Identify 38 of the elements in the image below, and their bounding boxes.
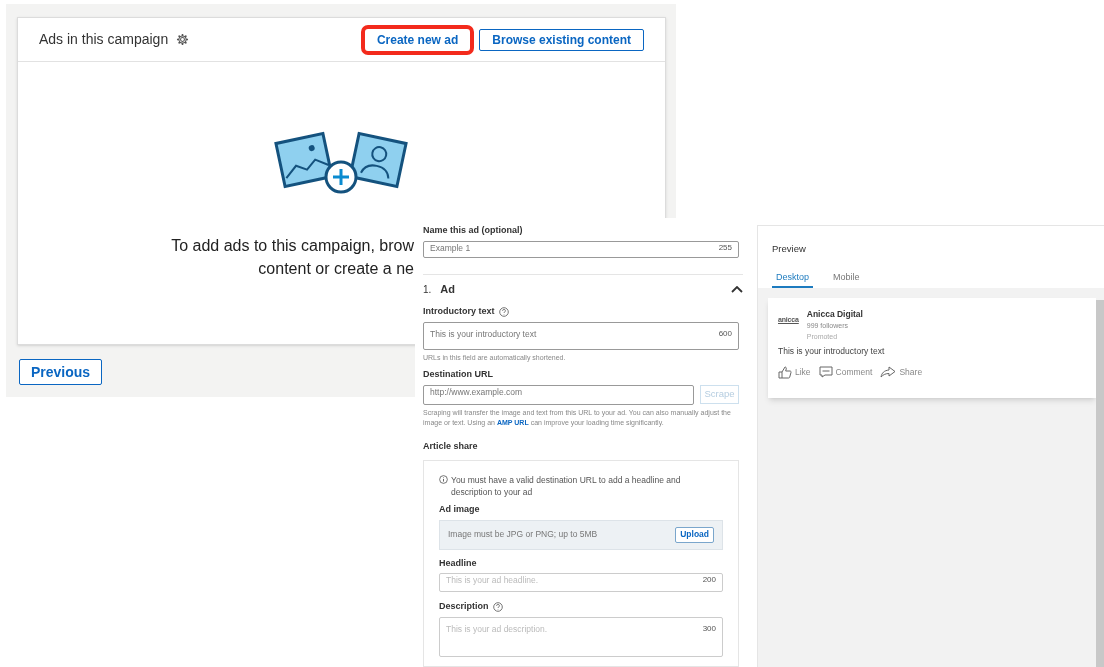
field-label: Name this ad (optional) <box>423 224 524 237</box>
section-title: Ad <box>440 282 456 298</box>
company-name: Anicca Digital <box>806 308 863 321</box>
field-label: Ad image <box>439 503 481 517</box>
previous-button[interactable]: Previous <box>19 359 102 385</box>
thumbs-up-icon <box>778 365 792 379</box>
chevron-icon[interactable] <box>731 285 743 293</box>
share-arrow-icon <box>880 366 897 379</box>
image-drop-area[interactable]: Image must be JPG or PNG; up to 5MB Upload <box>439 519 723 550</box>
notice-text: You must have a valid destination URL to add a headline and description to your ad <box>451 474 682 499</box>
empty-state-message: To add ads to this campaign, brow <box>171 236 414 256</box>
upload-button[interactable]: Upload <box>675 526 714 543</box>
help-icon <box>492 601 503 612</box>
field-label: Description <box>439 600 489 614</box>
info-icon <box>439 475 448 485</box>
help-icon <box>498 307 509 318</box>
image-requirements: Image must be JPG or PNG; up to 5MB <box>448 528 598 541</box>
section-number: 1. <box>423 282 432 297</box>
url-field[interactable]: http://www.example.com <box>423 384 694 405</box>
post-action[interactable]: Like <box>778 365 811 379</box>
intro-text-field[interactable]: This is your introductory text 600 <box>423 321 739 350</box>
post-action[interactable]: Comment <box>818 365 873 379</box>
field-label: Headline <box>439 556 478 570</box>
field-label: Introductory text <box>423 305 495 319</box>
section-label: Article share <box>423 439 479 453</box>
card-title: Ads in this campaign <box>39 30 169 49</box>
post-action[interactable]: Share <box>880 365 923 379</box>
comment-icon <box>818 366 833 379</box>
browse-content-button[interactable]: Browse existing content <box>479 28 644 51</box>
preview-title: Preview <box>772 242 807 256</box>
post-text: This is your introductory text <box>778 345 886 358</box>
preview-tab[interactable]: Mobile <box>829 269 864 289</box>
gear-icon[interactable] <box>176 33 190 46</box>
empty-state-message: content or create a ne <box>258 259 414 279</box>
field-label: Destination URL <box>423 368 494 382</box>
create-ad-button[interactable]: Create new ad <box>360 24 475 55</box>
ad-name-field[interactable]: Example 1 255 <box>423 240 739 259</box>
scrollbar[interactable] <box>1096 300 1104 667</box>
